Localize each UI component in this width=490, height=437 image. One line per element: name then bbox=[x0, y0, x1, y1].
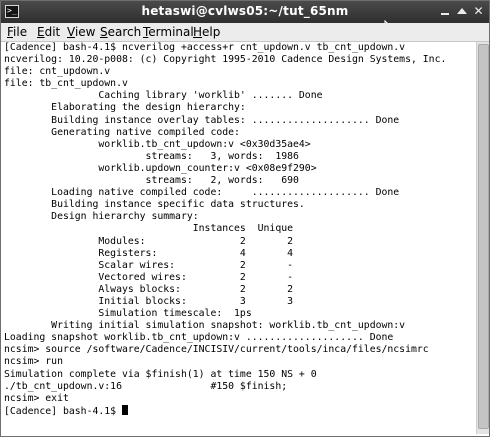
terminal-prompt-line[interactable]: [Cadence] bash-4.1$ bbox=[4, 404, 474, 417]
menu-view-label: iew bbox=[74, 25, 96, 39]
terminal-line: Modules: 2 2 bbox=[4, 235, 294, 247]
terminal-line: ncsim> exit bbox=[4, 392, 69, 404]
terminal-line: Scalar wires: 2 - bbox=[4, 259, 294, 271]
terminal-line: streams: 3, words: 1986 bbox=[4, 150, 299, 162]
terminal-line: Initial blocks: 3 3 bbox=[4, 295, 294, 307]
terminal-window: >_ hetaswi@cvlws05:~/tut_65nm ✕ File Edi… bbox=[0, 0, 490, 437]
menu-edit[interactable]: Edit bbox=[37, 25, 60, 39]
shell-prompt: [Cadence] bash-4.1$ bbox=[4, 405, 122, 417]
title-bar[interactable]: >_ hetaswi@cvlws05:~/tut_65nm ✕ bbox=[1, 1, 489, 23]
minimize-button[interactable] bbox=[437, 4, 452, 19]
terminal-line: ./tb_cnt_updown.v:16 #150 $finish; bbox=[4, 380, 288, 392]
terminal-line: Loading snapshot worklib.tb_cnt_updown:v… bbox=[4, 332, 394, 344]
scrollbar-thumb[interactable] bbox=[478, 44, 489, 429]
terminal-line: Vectored wires: 2 - bbox=[4, 271, 294, 283]
menu-help-accel: H bbox=[193, 25, 203, 39]
menu-help-label: elp bbox=[202, 25, 221, 39]
menu-view[interactable]: View bbox=[67, 25, 95, 39]
terminal-line: Loading native compiled code: ..........… bbox=[4, 187, 400, 199]
menu-search-accel: S bbox=[100, 25, 108, 39]
terminal-line: [Cadence] bash-4.1$ ncverilog +access+r … bbox=[4, 42, 406, 53]
terminal-line: Building instance overlay tables: ......… bbox=[4, 114, 400, 126]
vertical-scrollbar[interactable] bbox=[476, 42, 489, 434]
terminal-line: worklib.updown_counter:v <0x08e9f290> bbox=[4, 162, 317, 174]
menu-help[interactable]: Help bbox=[193, 25, 220, 39]
menu-bar: File Edit View Search Terminal Help bbox=[1, 23, 489, 42]
terminal-line: Simulation timescale: 1ps bbox=[4, 308, 252, 320]
menu-search-label: earch bbox=[107, 25, 142, 39]
terminal-line: ncsim> source /software/Cadence/INCISIV/… bbox=[4, 344, 429, 356]
terminal-line: ncsim> run bbox=[4, 356, 63, 368]
window-title: hetaswi@cvlws05:~/tut_65nm bbox=[141, 4, 349, 18]
terminal-line: file: tb_cnt_updown.v bbox=[4, 78, 128, 90]
terminal-line: worklib.tb_cnt_updown:v <0x30d35ae4> bbox=[4, 138, 311, 150]
maximize-button[interactable] bbox=[454, 4, 469, 19]
close-button[interactable]: ✕ bbox=[471, 4, 486, 19]
terminal-line: streams: 2, words: 690 bbox=[4, 175, 299, 187]
terminal-line: Building instance specific data structur… bbox=[4, 199, 305, 211]
terminal-line: Generating native compiled code: bbox=[4, 126, 240, 138]
terminal-line: Writing initial simulation snapshot: wor… bbox=[4, 320, 406, 332]
menu-file[interactable]: File bbox=[7, 25, 27, 39]
terminal-line: file: cnt_updown.v bbox=[4, 66, 111, 78]
menu-edit-label: dit bbox=[44, 25, 61, 39]
menu-terminal[interactable]: Terminal bbox=[143, 25, 194, 39]
menu-view-accel: V bbox=[67, 25, 75, 39]
terminal-line: Instances Unique bbox=[4, 223, 294, 235]
terminal-line: ncverilog: 10.20-p008: (c) Copyright 199… bbox=[4, 54, 447, 66]
menu-file-label: ile bbox=[13, 25, 28, 39]
terminal-line: Always blocks: 2 2 bbox=[4, 283, 294, 295]
menu-terminal-label: erminal bbox=[148, 25, 194, 39]
terminal-line: Design hierarchy summary: bbox=[4, 211, 199, 223]
terminal-line: Elaborating the design hierarchy: bbox=[4, 102, 246, 114]
terminal-line: Registers: 4 4 bbox=[4, 247, 294, 259]
minimize-icon bbox=[440, 13, 449, 15]
terminal-line: Simulation complete via $finish(1) at ti… bbox=[4, 368, 317, 380]
text-cursor bbox=[121, 404, 128, 415]
maximize-icon bbox=[456, 8, 467, 14]
menu-search[interactable]: Search bbox=[100, 25, 141, 39]
terminal-line: Caching library 'worklib' ....... Done bbox=[4, 90, 323, 102]
menu-edit-accel: E bbox=[37, 25, 45, 39]
terminal-output[interactable]: [Cadence] bash-4.1$ ncverilog +access+r … bbox=[4, 42, 474, 434]
